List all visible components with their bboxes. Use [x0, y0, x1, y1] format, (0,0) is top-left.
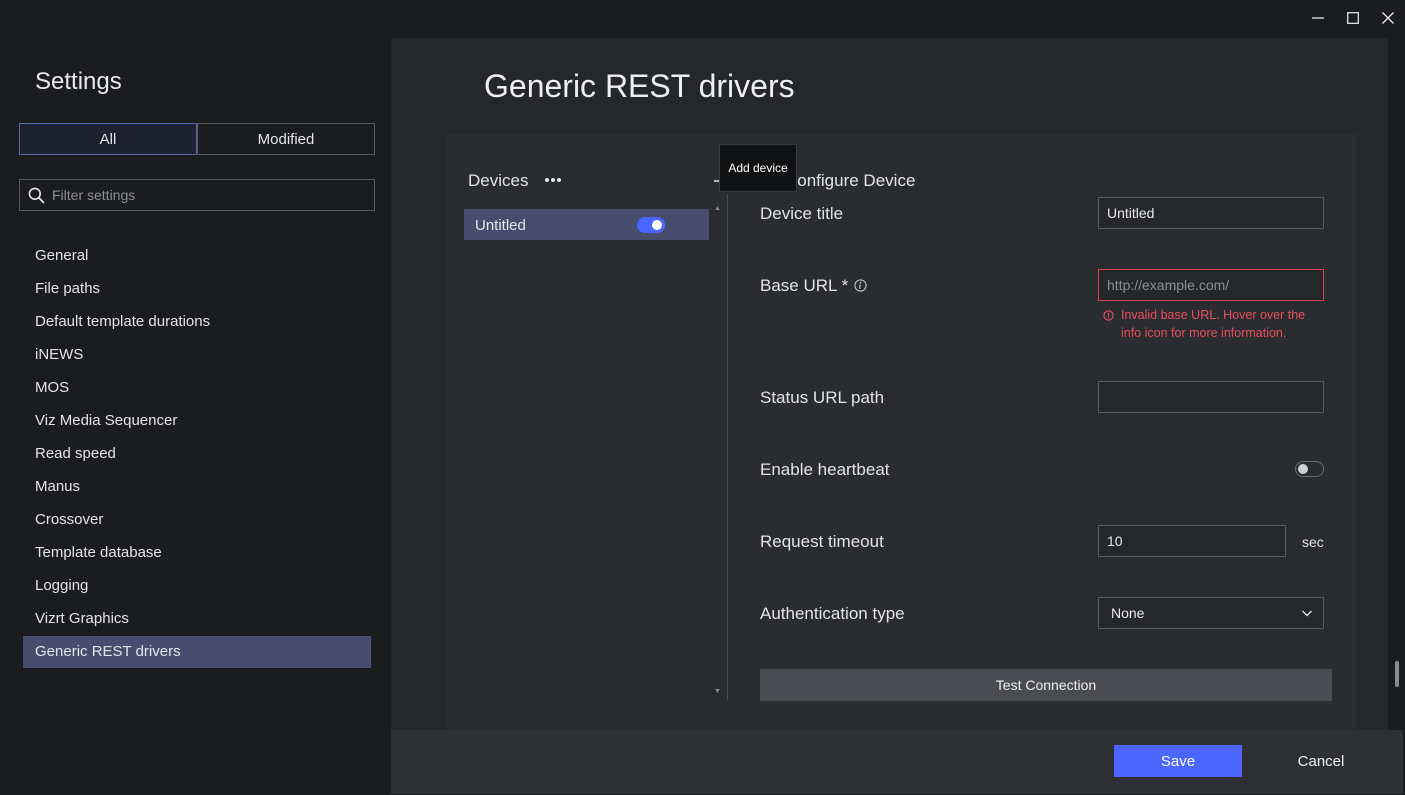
heartbeat-toggle[interactable]: [1295, 461, 1324, 477]
sidebar-item-template-database[interactable]: Template database: [23, 536, 371, 569]
maximize-button[interactable]: [1335, 0, 1370, 36]
sidebar-item-generic-rest-drivers[interactable]: Generic REST drivers: [23, 636, 371, 668]
tab-all[interactable]: All: [19, 123, 197, 155]
sidebar-item-default-template-durations[interactable]: Default template durations: [23, 305, 371, 338]
request-timeout-label: Request timeout: [760, 532, 884, 551]
filter-settings-box[interactable]: [19, 179, 375, 211]
device-list-scroll-down-icon[interactable]: ▼: [714, 688, 721, 695]
add-device-tooltip: Add device: [719, 144, 797, 192]
device-title-input[interactable]: Untitled: [1098, 197, 1324, 229]
more-options-icon[interactable]: [544, 173, 562, 187]
sidebar-item-logging[interactable]: Logging: [23, 569, 371, 602]
auth-type-value: None: [1111, 605, 1145, 621]
sidebar-title: Settings: [35, 68, 122, 95]
sidebar-item-viz-media-sequencer[interactable]: Viz Media Sequencer: [23, 404, 371, 437]
heartbeat-label: Enable heartbeat: [760, 460, 890, 479]
footer-bar: Save Cancel: [391, 730, 1403, 794]
base-url-label: Base URL *: [760, 276, 867, 296]
base-url-error: Invalid base URL. Hover over the info ic…: [1103, 306, 1318, 342]
sidebar-item-general[interactable]: General: [23, 239, 371, 272]
auth-type-select[interactable]: None: [1098, 597, 1324, 629]
search-icon: [28, 187, 45, 204]
devices-header: Devices: [468, 168, 728, 194]
close-button[interactable]: [1370, 0, 1405, 36]
main-content: Generic REST drivers Devices Untitled ▲ …: [391, 38, 1388, 730]
timeout-unit: sec: [1302, 534, 1324, 550]
info-icon[interactable]: [854, 279, 867, 292]
base-url-error-text: Invalid base URL. Hover over the info ic…: [1121, 308, 1306, 340]
base-url-placeholder: http://example.com/: [1107, 277, 1230, 293]
request-timeout-input[interactable]: 10: [1098, 525, 1286, 557]
minimize-button[interactable]: [1300, 0, 1335, 36]
sidebar-item-file-paths[interactable]: File paths: [23, 272, 371, 305]
device-list-scroll-up-icon[interactable]: ▲: [714, 205, 721, 212]
configure-device-title: Configure Device: [785, 171, 916, 190]
base-url-input[interactable]: http://example.com/: [1098, 269, 1324, 301]
sidebar-item-vizrt-graphics[interactable]: Vizrt Graphics: [23, 602, 371, 635]
main-scrollbar-thumb[interactable]: [1395, 661, 1399, 687]
error-icon: [1103, 310, 1114, 321]
chevron-down-icon: [1302, 610, 1312, 617]
devices-panel: Devices Untitled ▲ ▼ Configure Device Ad…: [446, 134, 1356, 730]
settings-sidebar: Settings All Modified General File paths…: [1, 38, 390, 794]
device-enabled-toggle[interactable]: [637, 217, 665, 233]
device-list-item[interactable]: Untitled: [464, 209, 709, 240]
request-timeout-value: 10: [1107, 533, 1123, 549]
auth-type-label: Authentication type: [760, 604, 905, 623]
base-url-label-text: Base URL *: [760, 276, 849, 295]
settings-nav: General File paths Default template dura…: [23, 239, 371, 668]
window-controls: [1300, 0, 1405, 38]
sidebar-item-manus[interactable]: Manus: [23, 470, 371, 503]
sidebar-item-inews[interactable]: iNEWS: [23, 338, 371, 371]
maximize-icon: [1346, 12, 1359, 24]
sidebar-item-mos[interactable]: MOS: [23, 371, 371, 404]
filter-settings-input[interactable]: [52, 187, 352, 203]
device-name: Untitled: [475, 217, 526, 234]
sidebar-item-read-speed[interactable]: Read speed: [23, 437, 371, 470]
page-title: Generic REST drivers: [484, 68, 795, 104]
test-connection-button[interactable]: Test Connection: [760, 669, 1332, 701]
tab-modified[interactable]: Modified: [197, 124, 374, 154]
cancel-button[interactable]: Cancel: [1271, 745, 1371, 777]
device-title-value: Untitled: [1107, 205, 1155, 221]
close-icon: [1381, 12, 1394, 24]
status-url-input[interactable]: [1098, 381, 1324, 413]
sidebar-item-crossover[interactable]: Crossover: [23, 503, 371, 536]
devices-label: Devices: [468, 171, 529, 190]
filter-tabs: All Modified: [19, 123, 375, 155]
status-url-label: Status URL path: [760, 388, 885, 407]
panel-divider: [727, 194, 728, 700]
device-title-label: Device title: [760, 204, 844, 223]
minimize-icon: [1311, 17, 1324, 19]
save-button[interactable]: Save: [1114, 745, 1242, 777]
